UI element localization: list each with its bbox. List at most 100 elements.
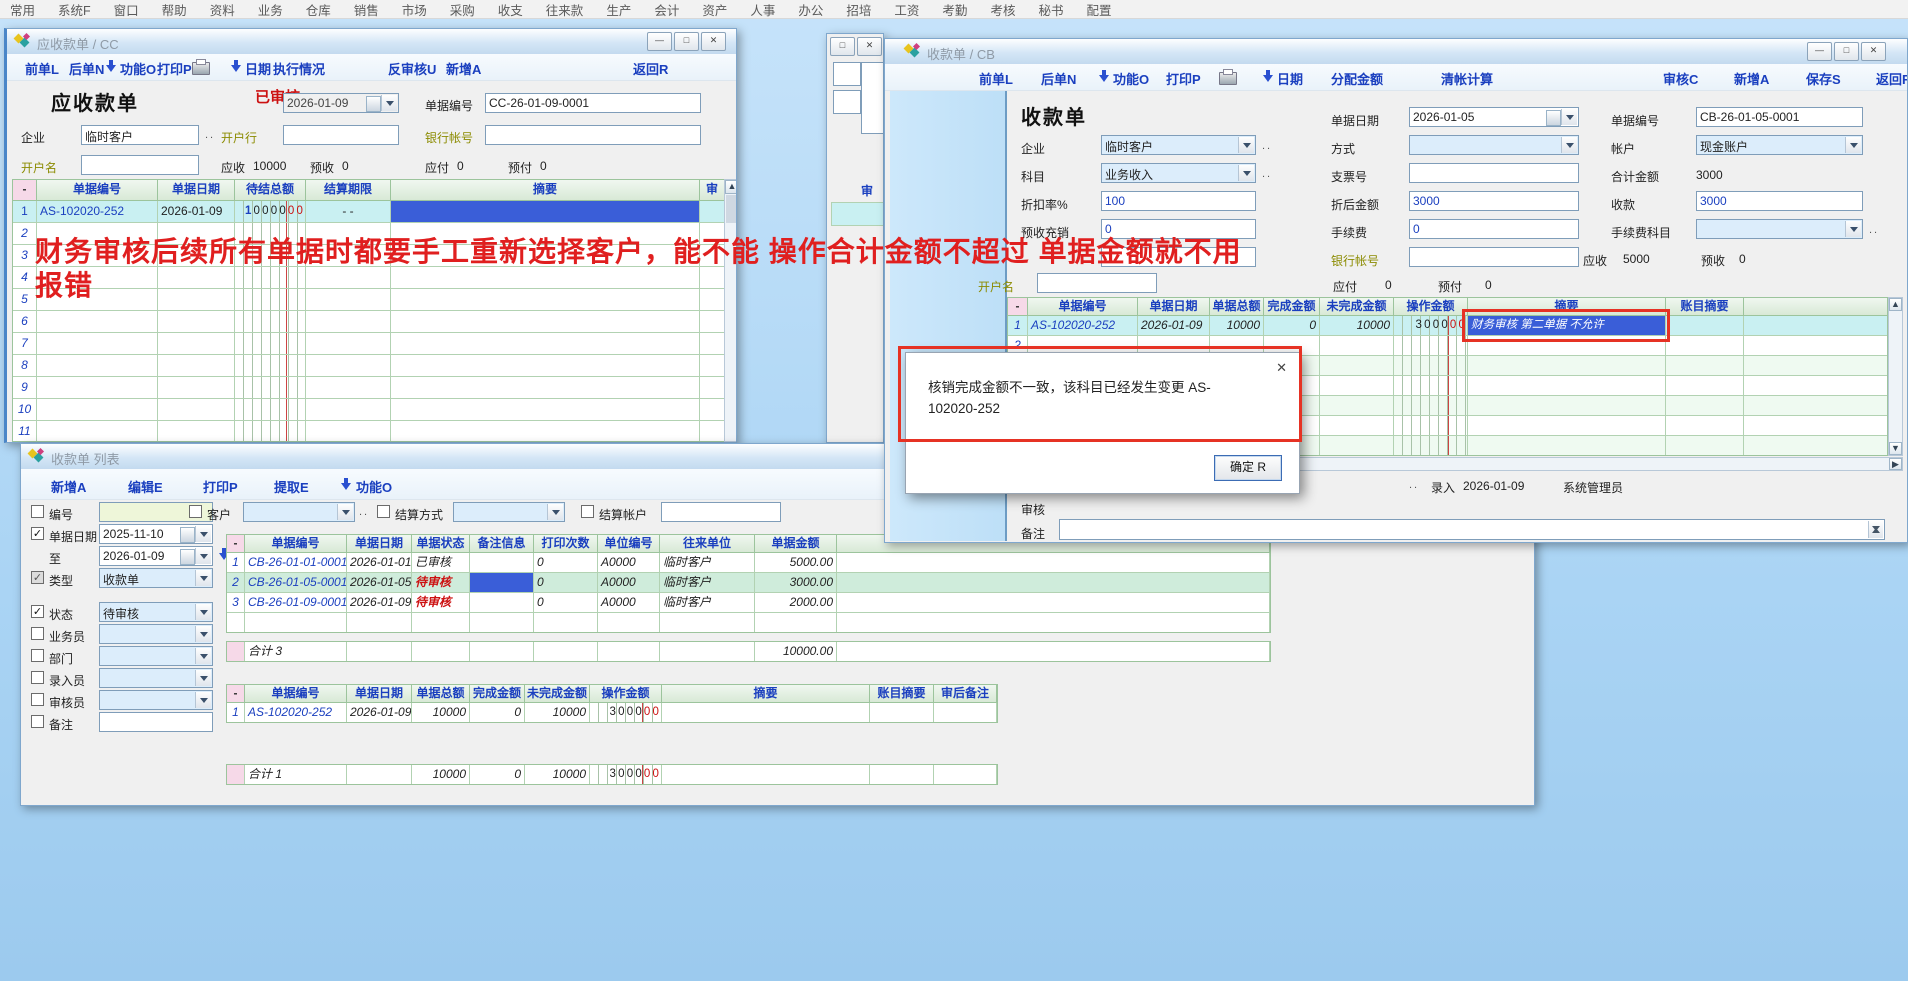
fee-field[interactable]: 0: [1409, 219, 1579, 239]
bank-account-field[interactable]: [1409, 247, 1579, 267]
menu-item[interactable]: 系统F: [58, 0, 91, 19]
cc-titlebar[interactable]: 应收款单 / CC — □ ✕: [7, 29, 736, 55]
dropdown-arrow-icon[interactable]: [231, 60, 241, 73]
scroll-up-icon[interactable]: ▲: [725, 180, 737, 194]
menu-item[interactable]: 生产: [606, 0, 631, 19]
menu-item[interactable]: 考勤: [942, 0, 967, 19]
functions-menu-button[interactable]: 功能O: [356, 477, 392, 496]
doc-no-cell[interactable]: AS-102020-252: [1028, 316, 1138, 336]
doc-no-cell[interactable]: AS-102020-252: [37, 201, 158, 223]
dropdown-arrow-icon[interactable]: [1263, 70, 1273, 83]
dropdown-button[interactable]: [1561, 109, 1577, 125]
minimize-button[interactable]: —: [647, 32, 672, 51]
menu-item[interactable]: 采购: [450, 0, 475, 19]
next-doc-button[interactable]: 后单N: [69, 59, 104, 78]
doc-no-field[interactable]: CB-26-01-05-0001: [1696, 107, 1863, 127]
filter-state-field[interactable]: 待审核: [99, 602, 213, 622]
filter-checkbox-checked[interactable]: ✓: [31, 527, 44, 540]
maximize-button[interactable]: □: [674, 32, 699, 51]
dropdown-arrow-icon[interactable]: [341, 478, 351, 491]
filter-customer-field[interactable]: [243, 502, 355, 522]
doc-no-cell[interactable]: CB-26-01-05-0001: [245, 573, 347, 593]
vertical-scrollbar[interactable]: ▲▼: [1888, 297, 1903, 456]
subject-field[interactable]: 业务收入: [1101, 163, 1256, 183]
maximize-button[interactable]: □: [1834, 42, 1859, 61]
prev-doc-button[interactable]: 前单L: [25, 59, 59, 78]
audit-button[interactable]: 审核C: [1663, 69, 1698, 88]
note-cell-selected[interactable]: [470, 573, 534, 593]
table-row[interactable]: 1 CB-26-01-01-0001 2026-01-01 已审核 0 A000…: [227, 553, 1270, 573]
menu-item[interactable]: 工资: [894, 0, 919, 19]
account-name-field[interactable]: [1037, 273, 1157, 293]
maximize-button[interactable]: □: [830, 37, 855, 56]
dropdown-button[interactable]: [1845, 221, 1861, 237]
menu-item[interactable]: 办公: [798, 0, 823, 19]
printer-icon[interactable]: [192, 62, 210, 75]
discount-rate-field[interactable]: 100: [1101, 191, 1256, 211]
dropdown-arrow-icon[interactable]: [1099, 70, 1109, 83]
close-button[interactable]: ✕: [1861, 42, 1886, 61]
account-name-field[interactable]: [81, 155, 199, 175]
print-button[interactable]: 打印P: [203, 477, 238, 496]
bank-branch-field[interactable]: [283, 125, 399, 145]
add-button[interactable]: 新增A: [446, 59, 481, 78]
extract-button[interactable]: 提取E: [274, 477, 309, 496]
amount-cell[interactable]: 300000: [1394, 316, 1468, 336]
footer-note-field[interactable]: [1059, 519, 1885, 540]
dropdown-button[interactable]: [1238, 137, 1254, 153]
dropdown-arrow-icon[interactable]: [106, 60, 116, 73]
table-row[interactable]: 11: [13, 421, 724, 442]
menu-item[interactable]: 秘书: [1038, 0, 1063, 19]
filter-note-field[interactable]: [99, 712, 213, 732]
minimize-button[interactable]: —: [1807, 42, 1832, 61]
menu-item[interactable]: 销售: [354, 0, 379, 19]
dropdown-button[interactable]: [547, 504, 563, 520]
allocate-amount-button[interactable]: 分配金额: [1331, 69, 1383, 88]
cheque-field[interactable]: [1409, 163, 1579, 183]
filter-checkbox[interactable]: [31, 671, 44, 684]
scroll-down-icon[interactable]: ▼: [1889, 442, 1902, 455]
filter-checkbox-checked[interactable]: ✓: [31, 605, 44, 618]
table-row[interactable]: 6: [13, 311, 724, 333]
print-button[interactable]: 打印P: [1166, 69, 1201, 88]
close-button[interactable]: ✕: [857, 37, 882, 56]
doc-date-cell[interactable]: 2026-01-09: [158, 201, 235, 223]
back-button[interactable]: 返回R: [1876, 69, 1908, 88]
filter-settle-account-field[interactable]: [661, 502, 781, 522]
filter-checkbox[interactable]: [31, 715, 44, 728]
account-field[interactable]: 现金账户: [1696, 135, 1863, 155]
dropdown-button[interactable]: [1561, 137, 1577, 153]
table-row[interactable]: 1 AS-102020-252 2026-01-09 1000000 - -: [13, 201, 724, 223]
doc-no-cell[interactable]: AS-102020-252: [245, 703, 347, 723]
summary-cell-selected[interactable]: [391, 201, 700, 223]
functions-menu-button[interactable]: 功能O: [1113, 69, 1149, 88]
filter-checkbox[interactable]: [31, 693, 44, 706]
dropdown-button[interactable]: [195, 648, 211, 664]
dropdown-button[interactable]: [381, 95, 397, 111]
scroll-up-icon[interactable]: ▲: [1889, 298, 1902, 311]
add-button[interactable]: 新增A: [51, 477, 86, 496]
table-row[interactable]: 4: [13, 267, 724, 289]
filter-type-field[interactable]: 收款单: [99, 568, 213, 588]
filter-settle-method-field[interactable]: [453, 502, 565, 522]
next-doc-button[interactable]: 后单N: [1041, 69, 1076, 88]
menu-item[interactable]: 收支: [498, 0, 523, 19]
ok-button[interactable]: 确定 R: [1214, 455, 1282, 481]
calendar-icon[interactable]: [180, 549, 195, 565]
dropdown-button[interactable]: [195, 570, 211, 586]
table-row[interactable]: 10: [13, 399, 724, 421]
menu-item[interactable]: 招培: [846, 0, 871, 19]
unaudit-button[interactable]: 反审核U: [388, 59, 436, 78]
filter-checkbox[interactable]: [377, 505, 390, 518]
table-row-selected[interactable]: 2 CB-26-01-05-0001 2026-01-05 待审核 0 A000…: [227, 573, 1270, 593]
menu-item[interactable]: 窗口: [114, 0, 139, 19]
doc-date-field[interactable]: 2026-01-05: [1409, 107, 1579, 127]
dropdown-button[interactable]: [195, 670, 211, 686]
fee-subject-field[interactable]: [1696, 219, 1863, 239]
filter-checkbox[interactable]: [31, 505, 44, 518]
settle-calc-button[interactable]: 清帐计算: [1441, 69, 1493, 88]
dropdown-button[interactable]: [195, 526, 211, 542]
menu-item[interactable]: 资料: [210, 0, 235, 19]
table-row[interactable]: 8: [13, 355, 724, 377]
menu-item[interactable]: 人事: [750, 0, 775, 19]
